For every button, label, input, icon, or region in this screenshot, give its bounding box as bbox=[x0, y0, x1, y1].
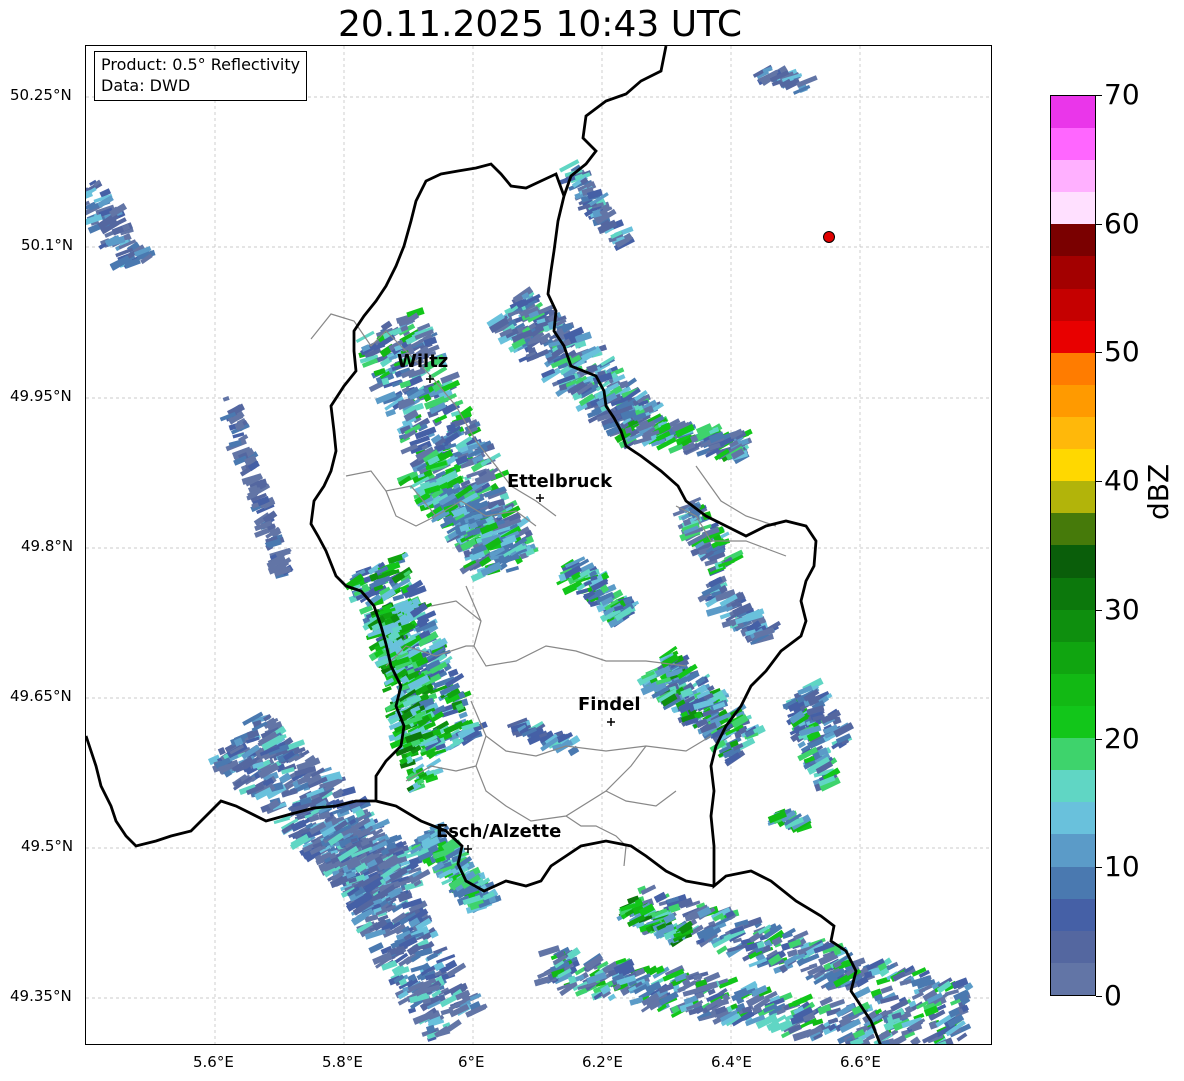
lon-label: 6.6°E bbox=[840, 1053, 881, 1071]
colorbar-segment bbox=[1051, 352, 1095, 385]
colorbar-segment bbox=[1051, 962, 1095, 995]
lat-label: 49.95°N bbox=[10, 387, 72, 405]
radar-map-canvas bbox=[86, 46, 991, 1045]
echo-cell bbox=[217, 747, 226, 756]
echo-cell bbox=[629, 996, 644, 1006]
echo-cell bbox=[887, 1044, 899, 1045]
colorbar-segment bbox=[1051, 192, 1095, 225]
radar-echoes bbox=[86, 64, 974, 1045]
colorbar-segment bbox=[1051, 706, 1095, 739]
lon-label: 6°E bbox=[458, 1053, 485, 1071]
colorbar-tick-label: 60 bbox=[1104, 206, 1140, 240]
colorbar-tick-label: 0 bbox=[1104, 979, 1122, 1012]
echo-cell bbox=[505, 565, 520, 573]
colorbar-segment bbox=[1051, 481, 1095, 514]
echo-cell bbox=[381, 685, 392, 693]
city-label-esch: Esch/Alzette bbox=[436, 821, 562, 842]
graticule bbox=[86, 46, 991, 1044]
lon-label: 6.4°E bbox=[711, 1053, 752, 1071]
colorbar-segment bbox=[1051, 641, 1095, 674]
lon-label: 5.8°E bbox=[322, 1053, 363, 1071]
echo-cell bbox=[889, 1043, 901, 1044]
colorbar-segment bbox=[1051, 95, 1095, 129]
colorbar-segment bbox=[1051, 545, 1095, 578]
colorbar-segment bbox=[1051, 417, 1095, 450]
colorbar-tick-mark bbox=[1096, 867, 1102, 869]
colorbar-unit-label: dBZ bbox=[1142, 463, 1175, 520]
colorbar-segment bbox=[1051, 288, 1095, 321]
colorbar-segment bbox=[1051, 802, 1095, 835]
colorbar-segment bbox=[1051, 513, 1095, 546]
colorbar-segment bbox=[1051, 738, 1095, 771]
echo-cell bbox=[222, 396, 230, 402]
city-marker bbox=[536, 494, 544, 502]
colorbar-segment bbox=[1051, 898, 1095, 931]
colorbar-segment bbox=[1051, 673, 1095, 707]
colorbar-segment bbox=[1051, 449, 1095, 482]
colorbar-segment bbox=[1051, 128, 1095, 161]
colorbar-segment bbox=[1051, 384, 1095, 418]
colorbar-segment bbox=[1051, 160, 1095, 193]
colorbar-tick-mark bbox=[1096, 481, 1102, 483]
lon-label: 6.2°E bbox=[582, 1053, 623, 1071]
colorbar-segment bbox=[1051, 577, 1095, 610]
product-label: Product: 0.5° Reflectivity bbox=[101, 55, 301, 74]
city-label-ettelbruck: Ettelbruck bbox=[507, 471, 613, 492]
colorbar-tick-label: 70 bbox=[1104, 78, 1140, 111]
radar-site-marker bbox=[823, 231, 835, 243]
colorbar-tick-label: 30 bbox=[1104, 592, 1140, 626]
echo-cell bbox=[910, 1036, 921, 1044]
city-label-wiltz: Wiltz bbox=[397, 351, 449, 372]
city-marker bbox=[607, 718, 615, 726]
colorbar-segment bbox=[1051, 609, 1095, 642]
colorbar-tick-mark bbox=[1096, 223, 1102, 225]
lat-label: 50.1°N bbox=[21, 236, 74, 254]
colorbar-tick-mark bbox=[1096, 609, 1102, 611]
lat-label: 49.8°N bbox=[21, 537, 74, 555]
colorbar-segment bbox=[1051, 834, 1095, 867]
lat-label: 49.65°N bbox=[10, 687, 72, 705]
colorbar-tick-mark bbox=[1096, 352, 1102, 354]
product-info-box: Product: 0.5° Reflectivity Data: DWD bbox=[94, 51, 308, 101]
colorbar-tick-label: 40 bbox=[1104, 464, 1140, 498]
colorbar-segment bbox=[1051, 770, 1095, 803]
lat-label: 50.25°N bbox=[10, 86, 72, 104]
colorbar-segment bbox=[1051, 930, 1095, 963]
colorbar-segment bbox=[1051, 256, 1095, 289]
radar-map[interactable] bbox=[85, 45, 992, 1045]
colorbar-tick-mark bbox=[1096, 738, 1102, 740]
colorbar-segment bbox=[1051, 320, 1095, 353]
lat-label: 49.35°N bbox=[10, 987, 72, 1005]
echo-cell bbox=[880, 985, 894, 994]
colorbar-tick-mark bbox=[1096, 996, 1102, 997]
colorbar-segment bbox=[1051, 224, 1095, 257]
city-label-findel: Findel bbox=[578, 694, 641, 715]
colorbar-segment bbox=[1051, 866, 1095, 899]
colorbar-tick-label: 10 bbox=[1104, 850, 1140, 884]
lat-label: 49.5°N bbox=[21, 837, 74, 855]
data-source-label: Data: DWD bbox=[101, 76, 191, 95]
lon-label: 5.6°E bbox=[193, 1053, 234, 1071]
echo-cell bbox=[716, 945, 728, 955]
echo-cell bbox=[833, 722, 855, 738]
colorbar-tick-label: 50 bbox=[1104, 335, 1140, 369]
echo-cell bbox=[827, 1017, 839, 1025]
map-title: 20.11.2025 10:43 UTC bbox=[337, 4, 743, 45]
colorbar-tick-label: 20 bbox=[1104, 721, 1140, 755]
colorbar-tick-mark bbox=[1096, 95, 1102, 96]
colorbar bbox=[1050, 95, 1096, 996]
